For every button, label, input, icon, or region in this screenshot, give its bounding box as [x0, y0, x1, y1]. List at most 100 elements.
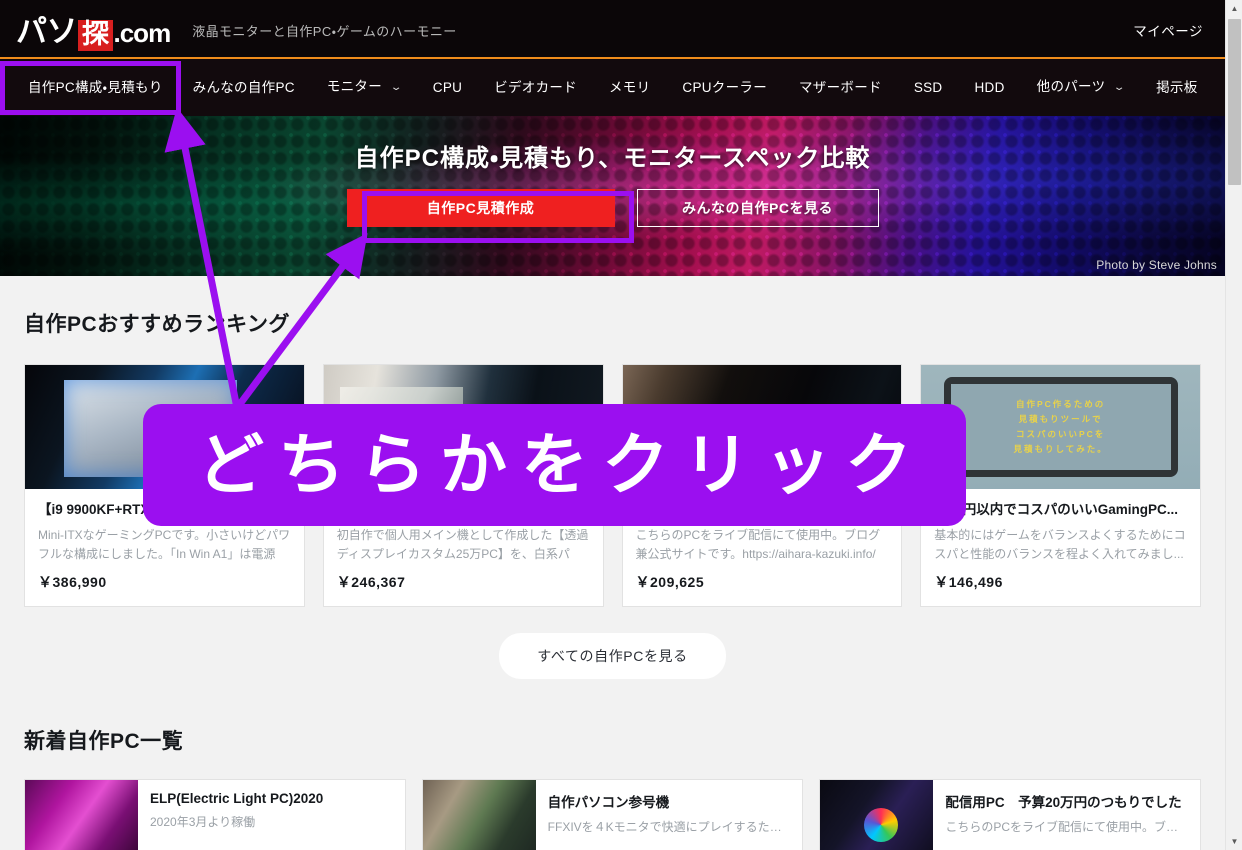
- nav-item-motherboard[interactable]: マザーボード: [783, 59, 898, 116]
- nav-label: モニター: [326, 79, 383, 94]
- chevron-down-icon: ⌄: [1113, 82, 1127, 93]
- nav-label: HDD: [974, 80, 1005, 95]
- list-item[interactable]: ELP(Electric Light PC)2020 2020年3月より稼働: [24, 779, 406, 850]
- nav-label: 自作PC構成・見積もり: [28, 80, 163, 95]
- laptop-screen: 自作PC作るための 見積もりツールで コスパのいいPCを 見積もりしてみた。: [950, 384, 1171, 470]
- card-price: ￥209,625: [635, 574, 705, 591]
- card-body: 配信用PC 予算20万円のつもりでした こちらのPCをライブ配信にて使用中。ブロ…: [623, 489, 902, 606]
- card-price: ￥246,367: [336, 574, 406, 591]
- card-price: ￥146,496: [934, 574, 1003, 591]
- hero-banner: 自作PC構成・見積もり、モニタースペック比較 自作PC見積作成 みんなの自作PC…: [0, 116, 1225, 276]
- more-button-wrap: すべての自作PCを見る: [24, 607, 1201, 680]
- mypage-link[interactable]: マイページ: [1133, 20, 1203, 40]
- nav-label: ビデオカード: [494, 80, 577, 95]
- thumb-text-line: 見積もりツールで: [1018, 414, 1103, 425]
- nav-item-ssd[interactable]: SSD: [898, 59, 959, 116]
- card-thumbnail: [323, 365, 603, 489]
- logo-text-part2: .com: [113, 18, 172, 48]
- scrollbar-thumb[interactable]: [1228, 19, 1241, 185]
- card-body: 【i9 9900KF+RTX2080Ti】白くて可愛... Mini-ITXなゲ…: [25, 489, 304, 606]
- card-description: 初自作で個人用メイン機として作成した【透過ディスプレイカスタム25万PC】を、白…: [336, 528, 589, 561]
- photo-credit: Photo by Steve Johns: [1096, 258, 1217, 272]
- ranking-title: 自作PCおすすめランキング: [24, 313, 291, 336]
- nav-item-jisaku-pc-kousei[interactable]: 自作PC構成・見積もり: [14, 59, 177, 116]
- nav-label: 他のパーツ: [1036, 79, 1106, 94]
- view-everyones-pc-button[interactable]: みんなの自作PCを見る: [636, 189, 879, 227]
- ranking-card[interactable]: 予算25万 こだわりの透過ディスプレ... 初自作で個人用メイン機として作成した…: [322, 364, 604, 608]
- ranking-card[interactable]: 自作PC作るための 見積もりツールで コスパのいいPCを 見積もりしてみた。 1…: [920, 364, 1201, 608]
- card-description: 基本的にはゲームをバランスよくするためにコスパと性能のバランスを程よく入れてみま…: [934, 528, 1186, 561]
- view-all-pcs-button[interactable]: すべての自作PCを見る: [499, 633, 726, 680]
- nav-item-bulletin-board[interactable]: 掲示板: [1140, 59, 1213, 116]
- card-thumbnail: [25, 365, 304, 489]
- list-item-body: ELP(Electric Light PC)2020 2020年3月より稼働: [138, 780, 405, 850]
- list-item-title: 配信用PC 予算20万円のつもりでした: [945, 795, 1182, 811]
- logo-text-box: 探: [78, 20, 113, 51]
- nav-label: 掲示板: [1156, 80, 1198, 95]
- card-title: 配信用PC 予算20万円のつもりでした: [635, 502, 872, 517]
- nav-label: CPUクーラー: [682, 80, 767, 95]
- logo-text-part1: パソ: [16, 14, 78, 49]
- nav-label: CPU: [432, 80, 463, 95]
- thumb-text-line: 自作PC作るための: [1015, 399, 1106, 410]
- nav-item-monitor[interactable]: モニター ⌄: [311, 58, 417, 117]
- ranking-section: 自作PCおすすめランキング 【i9 9900KF+RTX2080Ti】白くて可愛…: [0, 276, 1225, 850]
- card-title: 【i9 9900KF+RTX2080Ti】白くて可愛...: [38, 502, 284, 517]
- nav-item-other-parts[interactable]: 他のパーツ ⌄: [1021, 58, 1140, 117]
- list-item-description: FFXIVを４Kモニタで快適にプレイするために: [547, 820, 791, 835]
- new-arrivals-title: 新着自作PC一覧: [24, 730, 184, 754]
- card-price: ￥386,990: [38, 574, 107, 591]
- list-item-description: 2020年3月より稼働: [150, 815, 256, 830]
- list-item-description: こちらのPCをライブ配信にて使用中。ブログ: [945, 820, 1189, 835]
- scroll-up-arrow-icon[interactable]: ▲: [1226, 0, 1242, 17]
- nav-label: みんなの自作PC: [192, 80, 295, 95]
- site-logo[interactable]: パソ 探 .com: [16, 6, 172, 51]
- list-item-thumbnail: [25, 780, 138, 850]
- card-description: こちらのPCをライブ配信にて使用中。ブログ兼公式サイトです。https://ai…: [635, 528, 881, 561]
- list-item-thumbnail: [422, 780, 536, 850]
- list-item-body: 自作パソコン参号機 FFXIVを４Kモニタで快適にプレイするために: [536, 780, 803, 850]
- ranking-card[interactable]: 配信用PC 予算20万円のつもりでした こちらのPCをライブ配信にて使用中。ブロ…: [621, 364, 903, 608]
- site-tagline: 液晶モニターと自作PC・ゲームのハーモニー: [192, 24, 457, 39]
- hero-button-group: 自作PC見積作成 みんなの自作PCを見る: [0, 189, 1225, 227]
- page-root: パソ 探 .com 液晶モニターと自作PC・ゲームのハーモニー マイページ 自作…: [0, 0, 1242, 850]
- card-description: Mini-ITXなゲーミングPCです。小さいけどパワフルな構成にしました。「In…: [38, 528, 291, 561]
- site-header: パソ 探 .com 液晶モニターと自作PC・ゲームのハーモニー マイページ: [0, 0, 1225, 59]
- card-body: 15万円以内でコスパのいいGamingPC... 基本的にはゲームをバランスよく…: [921, 489, 1200, 606]
- card-title: 15万円以内でコスパのいいGamingPC...: [934, 502, 1179, 517]
- scroll-down-arrow-icon[interactable]: ▼: [1226, 833, 1242, 850]
- list-item[interactable]: 自作パソコン参号機 FFXIVを４Kモニタで快適にプレイするために: [421, 779, 804, 850]
- card-thumbnail: [622, 365, 902, 489]
- hero-title: 自作PC構成・見積もり、モニタースペック比較: [354, 145, 871, 172]
- page-scrollbar[interactable]: ▲ ▼: [1225, 0, 1242, 850]
- card-body: 予算25万 こだわりの透過ディスプレ... 初自作で個人用メイン機として作成した…: [324, 489, 603, 606]
- nav-item-cpu[interactable]: CPU: [417, 59, 478, 116]
- nav-item-minna-no-jisaku-pc[interactable]: みんなの自作PC: [177, 59, 311, 116]
- nav-label: SSD: [913, 80, 943, 95]
- nav-item-memory[interactable]: メモリ: [593, 59, 666, 116]
- hero-content: 自作PC構成・見積もり、モニタースペック比較 自作PC見積作成 みんなの自作PC…: [0, 116, 1225, 227]
- thumb-text-line: 見積もりしてみた。: [1013, 444, 1108, 455]
- nav-label: メモリ: [608, 80, 651, 95]
- card-title: 予算25万 こだわりの透過ディスプレ...: [336, 502, 579, 517]
- browser-viewport: パソ 探 .com 液晶モニターと自作PC・ゲームのハーモニー マイページ 自作…: [0, 0, 1225, 850]
- list-item-title: ELP(Electric Light PC)2020: [150, 791, 324, 807]
- create-estimate-button[interactable]: 自作PC見積作成: [346, 189, 615, 227]
- list-item-title: 自作パソコン参号機: [547, 795, 670, 811]
- nav-item-hdd[interactable]: HDD: [958, 59, 1020, 116]
- list-item[interactable]: 配信用PC 予算20万円のつもりでした こちらのPCをライブ配信にて使用中。ブロ…: [819, 779, 1202, 850]
- chevron-down-icon: ⌄: [389, 82, 403, 93]
- nav-label: マザーボード: [799, 80, 882, 95]
- thumb-text-line: コスパのいいPCを: [1015, 429, 1106, 440]
- card-thumbnail: 自作PC作るための 見積もりツールで コスパのいいPCを 見積もりしてみた。: [921, 365, 1200, 489]
- list-item-body: 配信用PC 予算20万円のつもりでした こちらのPCをライブ配信にて使用中。ブロ…: [933, 780, 1200, 850]
- main-navigation: 自作PC構成・見積もり みんなの自作PC モニター ⌄ CPU ビデオカード メ…: [0, 59, 1225, 116]
- rgb-fan-icon: [864, 808, 899, 843]
- ranking-card[interactable]: 【i9 9900KF+RTX2080Ti】白くて可愛... Mini-ITXなゲ…: [24, 364, 305, 608]
- nav-item-cpu-cooler[interactable]: CPUクーラー: [666, 59, 783, 116]
- nav-item-video-card[interactable]: ビデオカード: [478, 59, 593, 116]
- new-arrivals-list: ELP(Electric Light PC)2020 2020年3月より稼働 自…: [24, 779, 1202, 850]
- list-item-thumbnail: [820, 780, 934, 850]
- laptop-illustration: 自作PC作るための 見積もりツールで コスパのいいPCを 見積もりしてみた。: [943, 377, 1178, 477]
- ranking-card-list: 【i9 9900KF+RTX2080Ti】白くて可愛... Mini-ITXなゲ…: [24, 364, 1201, 608]
